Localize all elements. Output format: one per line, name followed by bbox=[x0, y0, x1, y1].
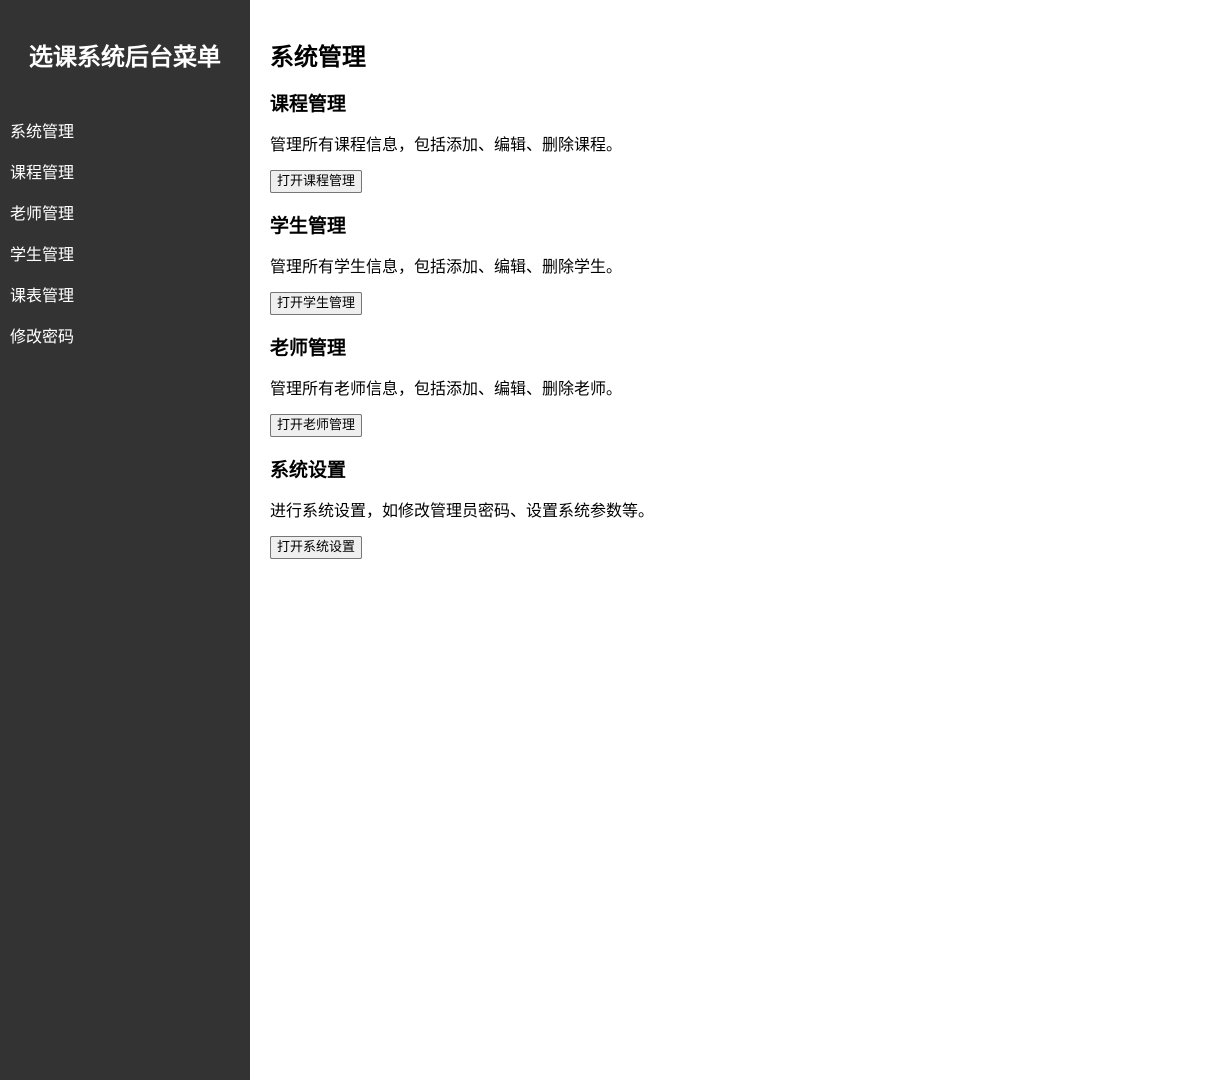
sidebar-title: 选课系统后台菜单 bbox=[29, 43, 221, 71]
section-description: 进行系统设置，如修改管理员密码、设置系统参数等。 bbox=[270, 501, 655, 520]
open-teacher-management-button[interactable]: 打开老师管理 bbox=[270, 414, 363, 437]
section-title: 老师管理 bbox=[270, 337, 347, 359]
section-title: 学生管理 bbox=[270, 215, 347, 237]
course-management-section: 课程管理 管理所有课程信息，包括添加、编辑、删除课程。 打开课程管理 bbox=[270, 90, 1220, 212]
sidebar-item-change-password[interactable]: 修改密码 bbox=[0, 323, 250, 364]
section-description: 管理所有学生信息，包括添加、编辑、删除学生。 bbox=[270, 257, 623, 276]
sidebar-item-system-management[interactable]: 系统管理 bbox=[0, 118, 250, 159]
section-description: 管理所有老师信息，包括添加、编辑、删除老师。 bbox=[270, 379, 623, 398]
student-management-section: 学生管理 管理所有学生信息，包括添加、编辑、删除学生。 打开学生管理 bbox=[270, 212, 1220, 334]
section-title: 课程管理 bbox=[270, 93, 347, 115]
sidebar-item-teacher-management[interactable]: 老师管理 bbox=[0, 200, 250, 241]
section-description: 管理所有课程信息，包括添加、编辑、删除课程。 bbox=[270, 135, 623, 154]
app-layout: 选课系统后台菜单 系统管理 课程管理 老师管理 学生管理 课表管理 修改密码 系… bbox=[0, 0, 1220, 1080]
open-course-management-button[interactable]: 打开课程管理 bbox=[270, 170, 363, 193]
page-title: 系统管理 bbox=[270, 43, 366, 71]
main-content: 系统管理 课程管理 管理所有课程信息，包括添加、编辑、删除课程。 打开课程管理 … bbox=[250, 0, 1220, 1080]
system-settings-section: 系统设置 进行系统设置，如修改管理员密码、设置系统参数等。 打开系统设置 bbox=[270, 456, 1220, 578]
sidebar-item-student-management[interactable]: 学生管理 bbox=[0, 241, 250, 282]
sidebar-menu: 系统管理 课程管理 老师管理 学生管理 课表管理 修改密码 bbox=[0, 110, 250, 364]
open-system-settings-button[interactable]: 打开系统设置 bbox=[270, 536, 363, 559]
sidebar-item-course-management[interactable]: 课程管理 bbox=[0, 159, 250, 200]
section-title: 系统设置 bbox=[270, 459, 347, 481]
open-student-management-button[interactable]: 打开学生管理 bbox=[270, 292, 363, 315]
sidebar: 选课系统后台菜单 系统管理 课程管理 老师管理 学生管理 课表管理 修改密码 bbox=[0, 0, 250, 1080]
sidebar-item-schedule-management[interactable]: 课表管理 bbox=[0, 282, 250, 323]
teacher-management-section: 老师管理 管理所有老师信息，包括添加、编辑、删除老师。 打开老师管理 bbox=[270, 334, 1220, 456]
